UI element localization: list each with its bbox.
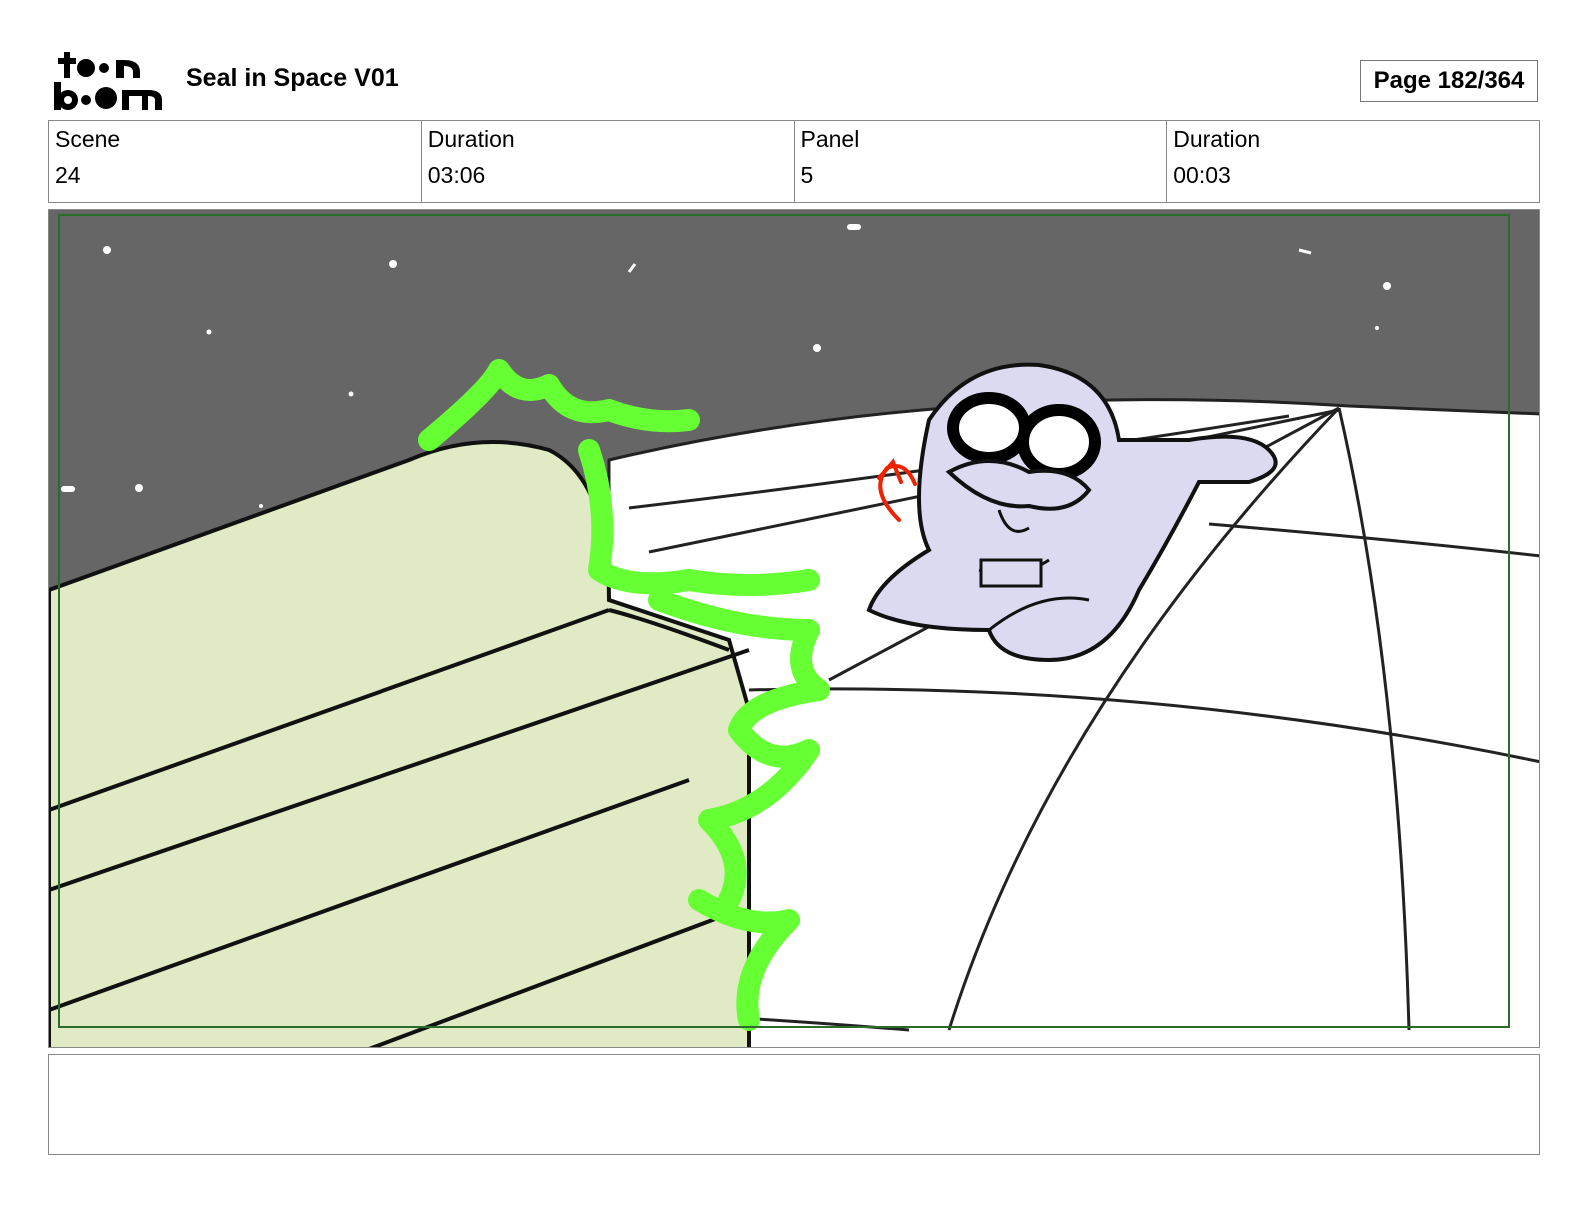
panel-duration-label: Duration [1173,126,1261,152]
scene-duration-value: 03:06 [427,162,486,188]
scene-duration-cell: Duration 03:06 [422,121,795,202]
scene-value: 24 [55,162,81,188]
panel-value: 5 [800,162,814,188]
scene-label: Scene [55,126,121,152]
storyboard-title: Seal in Space V01 [186,64,399,92]
storyboard-panel-image [48,209,1540,1048]
toonboom-logo [52,50,164,112]
panel-info-table: Scene 24 Duration 03:06 Panel 5 Duration… [48,120,1540,203]
scene-cell: Scene 24 [49,121,422,202]
panel-duration-cell: Duration 00:03 [1167,121,1539,202]
panel-cell: Panel 5 [795,121,1168,202]
panel-notes-box [48,1054,1540,1155]
panel-label: Panel [800,126,860,152]
panel-duration-value: 00:03 [1173,162,1231,188]
page-counter: Page 182/364 [1360,60,1538,102]
scene-duration-label: Duration [427,126,515,152]
